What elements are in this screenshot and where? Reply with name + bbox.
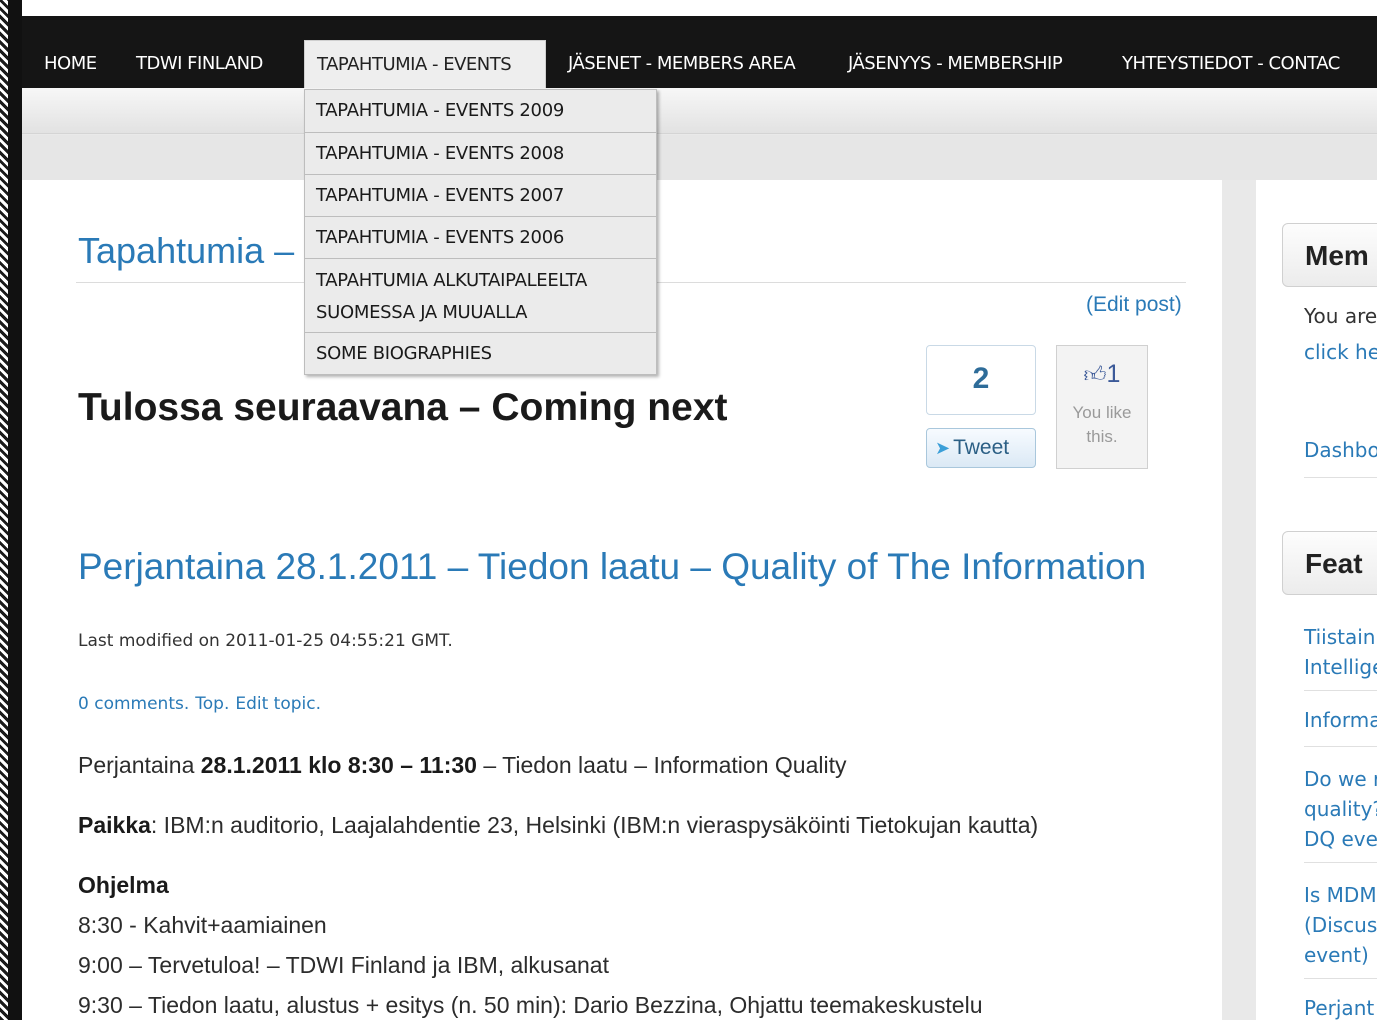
like-widget[interactable]: 👍︎1 You like this. — [1056, 345, 1148, 469]
tweet-widget: 2 ➤ Tweet — [926, 345, 1036, 469]
sidebar: Mem You are click he Dashbo Feat Tiistai… — [1256, 180, 1377, 1020]
members-widget-title: Mem — [1282, 223, 1377, 287]
date-bold: 28.1.2011 klo 8:30 – 11:30 — [200, 752, 477, 778]
dropdown-item-events-2008[interactable]: TAPAHTUMIA - EVENTS 2008 — [305, 132, 656, 174]
sidebar-divider — [1304, 477, 1377, 478]
edge-bar — [8, 0, 22, 1020]
program-heading-text: Ohjelma — [78, 872, 169, 898]
featured-item[interactable]: Informa — [1304, 708, 1377, 732]
dashboard-link[interactable]: Dashbo — [1304, 438, 1377, 462]
featured-item-line: quality? — [1304, 797, 1377, 821]
sidebar-divider — [1304, 690, 1377, 691]
like-text-line2: this. — [1086, 427, 1118, 446]
edit-post-link[interactable]: (Edit post) — [1086, 293, 1182, 317]
sidebar-divider — [1304, 978, 1377, 979]
dropdown-item-events-2006[interactable]: TAPAHTUMIA - EVENTS 2006 — [305, 216, 656, 258]
dropdown-item-line: SUOMESSA JA MUUALLA — [316, 302, 528, 323]
place-label: Paikka — [78, 812, 151, 838]
featured-item-line: Intellige — [1304, 655, 1377, 679]
dropdown-item-biographies[interactable]: SOME BIOGRAPHIES — [305, 332, 656, 374]
featured-item[interactable]: Tiistain Intellige — [1304, 622, 1377, 682]
program-item: 9:00 – Tervetuloa! – TDWI Finland ja IBM… — [78, 952, 609, 978]
program-item: 8:30 - Kahvit+aamiainen — [78, 912, 327, 938]
main-nav: HOME TDWI FINLAND TAPAHTUMIA - EVENTS JÄ… — [22, 16, 1377, 88]
page-title[interactable]: Tapahtumia – — [78, 230, 294, 272]
tweet-button[interactable]: ➤ Tweet — [926, 428, 1036, 468]
nav-home[interactable]: HOME — [32, 40, 109, 88]
dropdown-item-events-2009[interactable]: TAPAHTUMIA - EVENTS 2009 — [305, 90, 656, 132]
like-count: 1 — [1106, 360, 1121, 388]
program-item: 9:30 – Tiedon laatu, alustus + esitys (n… — [78, 992, 983, 1018]
nav-events[interactable]: TAPAHTUMIA - EVENTS — [304, 40, 546, 88]
date-suffix: – Tiedon laatu – Information Quality — [476, 752, 847, 778]
featured-item-line: DQ eve — [1304, 827, 1377, 851]
place-text: : IBM:n auditorio, Laajalahdentie 23, He… — [150, 812, 1039, 838]
featured-widget-title: Feat — [1282, 531, 1377, 595]
featured-item-line: Is MDM — [1304, 883, 1377, 907]
event-date-line: Perjantaina 28.1.2011 klo 8:30 – 11:30 –… — [78, 752, 846, 779]
like-text-line1: You like — [1072, 403, 1132, 422]
members-text: You are — [1304, 304, 1377, 328]
dropdown-item-line: TAPAHTUMIA ALKUTAIPALEELTA — [316, 270, 588, 291]
event-place-line: Paikka: IBM:n auditorio, Laajalahdentie … — [78, 812, 1038, 839]
nav-tdwi-finland[interactable]: TDWI FINLAND — [124, 40, 275, 88]
program-heading: Ohjelma — [78, 872, 169, 899]
top-strip — [22, 0, 1377, 16]
article-title[interactable]: Perjantaina 28.1.2011 – Tiedon laatu – Q… — [78, 546, 1146, 588]
tweet-count[interactable]: 2 — [926, 345, 1036, 415]
featured-item[interactable]: Perjant — [1304, 996, 1374, 1020]
page-canvas: HOME TDWI FINLAND TAPAHTUMIA - EVENTS JÄ… — [22, 0, 1377, 1020]
twitter-bird-icon: ➤ — [935, 438, 951, 458]
article-meta-links: 0 comments. Top. Edit topic. — [78, 694, 327, 714]
section-heading: Tulossa seuraavana – Coming next — [78, 386, 728, 429]
featured-item[interactable]: Is MDM (Discus event) — [1304, 880, 1377, 970]
featured-item-line: Do we r — [1304, 767, 1377, 791]
nav-membership[interactable]: JÄSENYYS - MEMBERSHIP — [836, 40, 1074, 88]
nav-members-area[interactable]: JÄSENET - MEMBERS AREA — [556, 40, 807, 88]
sidebar-divider — [1304, 862, 1377, 863]
last-modified: Last modified on 2011-01-25 04:55:21 GMT… — [78, 631, 453, 651]
sub-nav-bar — [22, 88, 1377, 134]
featured-item[interactable]: Do we r quality? DQ eve — [1304, 764, 1377, 854]
tweet-label: Tweet — [953, 436, 1010, 459]
dropdown-item-early-events[interactable]: TAPAHTUMIA ALKUTAIPALEELTA SUOMESSA JA M… — [305, 258, 656, 332]
comments-link[interactable]: 0 comments. — [78, 694, 189, 714]
top-link[interactable]: Top. — [195, 694, 229, 714]
featured-item-line: Tiistain — [1304, 625, 1376, 649]
nav-contact[interactable]: YHTEYSTIEDOT - CONTAC — [1110, 40, 1352, 88]
edit-topic-link[interactable]: Edit topic. — [235, 694, 321, 714]
events-dropdown-menu: TAPAHTUMIA - EVENTS 2009 TAPAHTUMIA - EV… — [304, 89, 657, 375]
thumbs-up-icon: 👍︎ — [1083, 362, 1107, 387]
sidebar-divider — [1304, 746, 1377, 747]
header-band — [22, 135, 1377, 180]
members-click-link[interactable]: click he — [1304, 340, 1377, 364]
dropdown-item-events-2007[interactable]: TAPAHTUMIA - EVENTS 2007 — [305, 174, 656, 216]
window-edge — [0, 0, 22, 1020]
featured-item-line: event) — [1304, 943, 1369, 967]
date-prefix: Perjantaina — [78, 752, 201, 778]
featured-item-line: (Discus — [1304, 913, 1377, 937]
